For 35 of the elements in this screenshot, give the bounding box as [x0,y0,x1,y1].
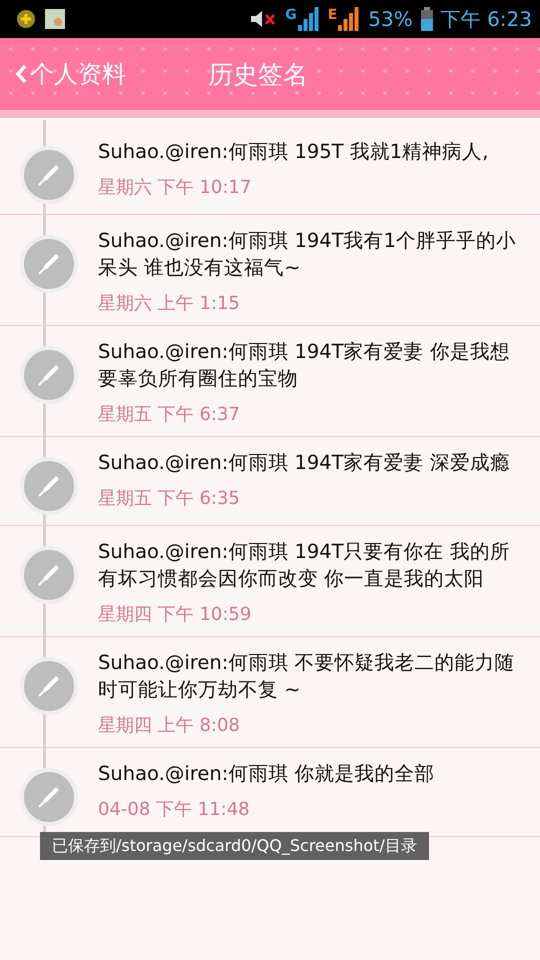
signature-text: Suhao.@iren:何雨琪 195T 我就1精神病人, [98,139,488,165]
mute-icon [249,8,278,30]
signature-text: Suhao.@iren:何雨琪 194T我有1个胖乎乎的小呆头 谁也没有这福气~ [98,228,517,281]
signature-time: 星期六 下午 10:17 [98,176,252,199]
network-label: E [328,7,338,23]
network-label: G [285,7,297,23]
signature-time: 星期四 下午 10:59 [98,603,252,626]
battery-icon [420,7,433,31]
pen-icon [36,362,62,388]
pen-icon [36,473,62,499]
back-icon [14,63,28,85]
signature-time: 04-08 下午 11:48 [98,798,251,821]
pen-icon [36,162,62,188]
signature-time: 星期六 上午 1:15 [98,292,241,315]
image-icon [44,8,66,30]
signature-time: 星期四 上午 8:08 [98,714,241,737]
battery-percent: 53% [368,7,413,31]
signal-icon [298,7,320,31]
signature-text: Suhao.@iren:何雨琪 不要怀疑我老二的能力随时可能让你万劫不复 ~ [98,650,516,703]
toast-message: 已保存到/storage/sdcard0/QQ_Screenshot/目录 [40,832,429,860]
pen-icon [36,673,62,699]
pen-icon [36,562,62,588]
signature-text: Suhao.@iren:何雨琪 194T家有爱妻 你是我想要辜负所有圈住的宝物 [98,339,511,392]
signature-text: Suhao.@iren:何雨琪 你就是我的全部 [98,761,434,787]
signature-text: Suhao.@iren:何雨琪 194T家有爱妻 深爱成瘾 [98,450,510,476]
clock: 下午 6:23 [440,6,532,32]
signature-time: 星期五 下午 6:35 [98,487,241,510]
page-title: 历史签名 [208,58,308,90]
back-button[interactable]: 个人资料 [14,58,126,90]
pen-icon [36,251,62,277]
pen-icon [36,784,62,810]
signature-time: 星期五 下午 6:37 [98,403,241,426]
app-icon [16,9,36,29]
signature-text: Suhao.@iren:何雨琪 194T只要有你在 我的所有坏习惯都会因你而改变 你一直是我的太阳 [98,539,511,592]
signal-icon [338,7,360,31]
